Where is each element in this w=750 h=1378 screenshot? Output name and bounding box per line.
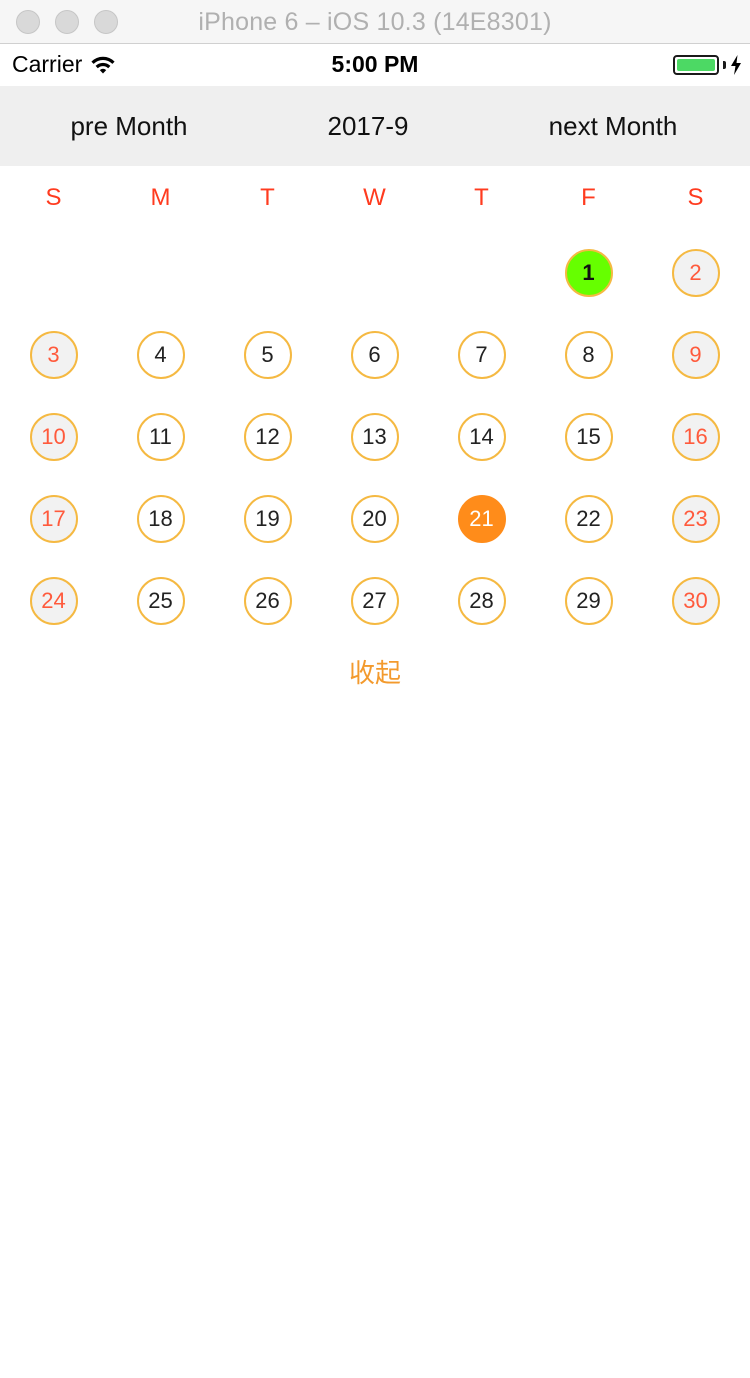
day-17-button[interactable]: 17	[29, 495, 78, 543]
day-cell[interactable]: 20	[321, 495, 428, 577]
day-20-button[interactable]: 20	[350, 495, 399, 543]
day-19-button[interactable]: 19	[243, 495, 292, 543]
day-cell[interactable]: 19	[214, 495, 321, 577]
day-21-button[interactable]: 21	[457, 495, 506, 543]
weekday-label: T	[260, 184, 275, 211]
day-cell[interactable]: 27	[321, 577, 428, 659]
weekday-label: F	[581, 184, 596, 211]
battery-fill	[677, 59, 715, 71]
day-7-button[interactable]: 7	[457, 331, 506, 379]
day-cell[interactable]: 14	[428, 413, 535, 495]
day-13-button[interactable]: 13	[350, 413, 399, 461]
day-cell[interactable]: 2	[642, 249, 749, 331]
collapse-button[interactable]: 收起	[0, 654, 750, 694]
day-cell[interactable]: 21	[428, 495, 535, 577]
day-23-button[interactable]: 23	[671, 495, 720, 543]
day-29-button[interactable]: 29	[564, 577, 613, 625]
weekday-label: W	[363, 184, 386, 211]
charging-bolt-icon	[731, 55, 741, 75]
day-cell[interactable]: 17	[0, 495, 107, 577]
week-row: 24 25 26 27 28 29 30	[0, 577, 750, 659]
day-cell	[0, 249, 107, 331]
day-cell	[428, 249, 535, 331]
status-bar: Carrier 5:00 PM	[0, 44, 750, 86]
day-9-button[interactable]: 9	[671, 331, 720, 379]
day-cell[interactable]: 29	[535, 577, 642, 659]
day-cell[interactable]: 30	[642, 577, 749, 659]
weekday-label: S	[687, 184, 704, 211]
day-16-button[interactable]: 16	[671, 413, 720, 461]
window-title: iPhone 6 – iOS 10.3 (14E8301)	[198, 8, 552, 36]
day-27-button[interactable]: 27	[350, 577, 399, 625]
day-cell[interactable]: 12	[214, 413, 321, 495]
week-row: 10 11 12 13 14 15 16	[0, 413, 750, 495]
week-row: 17 18 19 20 21 22 23	[0, 495, 750, 577]
weekday-label: S	[45, 184, 62, 211]
day-cell[interactable]: 25	[107, 577, 214, 659]
day-cell[interactable]: 28	[428, 577, 535, 659]
day-10-button[interactable]: 10	[29, 413, 78, 461]
day-cell[interactable]: 16	[642, 413, 749, 495]
weekday-header-row: S M T W T F S	[0, 166, 750, 230]
day-cell[interactable]: 18	[107, 495, 214, 577]
battery-indicator	[673, 55, 742, 75]
month-title: 2017-9	[327, 111, 409, 141]
day-cell[interactable]: 7	[428, 331, 535, 413]
day-12-button[interactable]: 12	[243, 413, 292, 461]
day-cell[interactable]: 15	[535, 413, 642, 495]
day-28-button[interactable]: 28	[457, 577, 506, 625]
day-cell[interactable]: 8	[535, 331, 642, 413]
day-3-button[interactable]: 3	[29, 331, 78, 379]
day-26-button[interactable]: 26	[243, 577, 292, 625]
day-18-button[interactable]: 18	[136, 495, 185, 543]
day-30-button[interactable]: 30	[671, 577, 720, 625]
day-25-button[interactable]: 25	[136, 577, 185, 625]
day-cell[interactable]: 24	[0, 577, 107, 659]
next-month-button[interactable]: next Month	[513, 86, 713, 166]
weekday-label: M	[150, 184, 171, 211]
battery-icon	[673, 55, 719, 75]
day-cell[interactable]: 5	[214, 331, 321, 413]
day-1-button[interactable]: 1	[564, 249, 613, 297]
day-cell[interactable]: 11	[107, 413, 214, 495]
day-4-button[interactable]: 4	[136, 331, 185, 379]
day-24-button[interactable]: 24	[29, 577, 78, 625]
day-22-button[interactable]: 22	[564, 495, 613, 543]
day-cell[interactable]: 10	[0, 413, 107, 495]
day-cell[interactable]: 13	[321, 413, 428, 495]
prev-month-button[interactable]: pre Month	[29, 86, 229, 166]
weekday-label: T	[474, 184, 489, 211]
day-grid: 1 2 3 4 5 6 7 8 9 10 11 12 13 14 15 16 17 18 19 20 21 22 23 24 2…	[0, 249, 750, 659]
day-8-button[interactable]: 8	[564, 331, 613, 379]
day-cell[interactable]: 23	[642, 495, 749, 577]
day-cell	[321, 249, 428, 331]
week-row: 3 4 5 6 7 8 9	[0, 331, 750, 413]
day-cell[interactable]: 22	[535, 495, 642, 577]
battery-tip	[723, 61, 726, 69]
status-time: 5:00 PM	[331, 51, 419, 77]
day-15-button[interactable]: 15	[564, 413, 613, 461]
simulator-titlebar: iPhone 6 – iOS 10.3 (14E8301)	[0, 0, 750, 44]
day-14-button[interactable]: 14	[457, 413, 506, 461]
day-cell[interactable]: 1	[535, 249, 642, 331]
day-cell	[107, 249, 214, 331]
week-row: 12	[0, 249, 750, 331]
day-6-button[interactable]: 6	[350, 331, 399, 379]
day-2-button[interactable]: 2	[671, 249, 720, 297]
day-cell[interactable]: 3	[0, 331, 107, 413]
day-cell[interactable]: 6	[321, 331, 428, 413]
day-cell[interactable]: 26	[214, 577, 321, 659]
day-cell	[214, 249, 321, 331]
day-11-button[interactable]: 11	[136, 413, 185, 461]
day-cell[interactable]: 4	[107, 331, 214, 413]
day-5-button[interactable]: 5	[243, 331, 292, 379]
month-header: pre Month 2017-9 next Month	[0, 86, 750, 166]
day-cell[interactable]: 9	[642, 331, 749, 413]
